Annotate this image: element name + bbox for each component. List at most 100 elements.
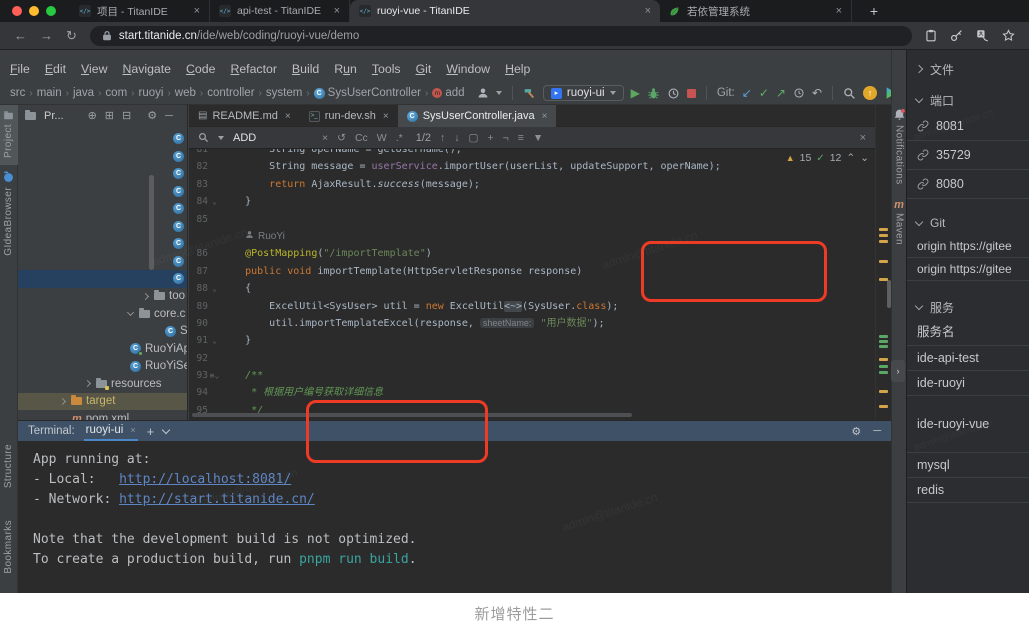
terminal-dropdown-icon[interactable] <box>162 425 170 433</box>
panel-item[interactable]: origin https://gitee <box>907 235 1029 258</box>
menu-run[interactable]: Run <box>334 62 357 76</box>
tab-close-icon[interactable]: × <box>383 111 389 122</box>
tab-close-icon[interactable]: × <box>542 111 548 122</box>
stripe-tab-project[interactable]: Project <box>0 105 18 165</box>
menu-file[interactable]: File <box>10 62 30 76</box>
menu-code[interactable]: Code <box>186 62 215 76</box>
clear-search-icon[interactable]: × <box>322 132 328 144</box>
menu-tools[interactable]: Tools <box>372 62 401 76</box>
menu-edit[interactable]: Edit <box>45 62 66 76</box>
profiler-clock-icon[interactable] <box>667 87 680 100</box>
panel-item[interactable]: 35729 <box>907 141 1029 170</box>
breadcrumb-item[interactable]: java <box>73 87 94 99</box>
panel-item[interactable]: mysql <box>907 453 1029 478</box>
menu-help[interactable]: Help <box>505 62 530 76</box>
match-case-toggle[interactable]: Cc <box>355 132 368 144</box>
stripe-tab-gideabrowser[interactable]: GIdeaBrowser <box>0 165 18 263</box>
panel-item[interactable]: redis <box>907 478 1029 503</box>
search-history-icon[interactable] <box>218 136 224 140</box>
user-profile-icon[interactable] <box>477 87 489 99</box>
stripe-tab-bookmarks[interactable]: Bookmarks <box>0 513 18 581</box>
browser-tab[interactable]: 若依管理系统× <box>660 0 852 22</box>
prev-issue-icon[interactable]: ⌃ <box>846 152 855 164</box>
tree-item-ruoyiser[interactable]: CRuoYiSer <box>18 358 187 376</box>
forward-icon[interactable]: → <box>40 29 53 42</box>
browser-tab[interactable]: </>ruoyi-vue - TitanIDE× <box>350 0 660 22</box>
maximize-window-button[interactable] <box>46 6 56 16</box>
stripe-tab-structure[interactable]: Structure <box>0 437 18 495</box>
filter-icon[interactable]: ▼ <box>533 132 543 144</box>
tree-item-target[interactable]: target <box>18 393 187 411</box>
collapse-all-icon[interactable]: ⊟ <box>122 111 131 122</box>
menu-build[interactable]: Build <box>292 62 319 76</box>
translate-icon[interactable] <box>976 29 989 42</box>
back-icon[interactable]: ← <box>14 29 27 42</box>
git-push-icon[interactable]: ↗ <box>776 87 786 99</box>
breadcrumb-item[interactable]: ruoyi <box>139 87 164 99</box>
tree-item-core-c[interactable]: core.c <box>18 305 187 323</box>
menu-refactor[interactable]: Refactor <box>230 62 276 76</box>
git-commit-icon[interactable]: ✓ <box>759 87 769 99</box>
tree-item-s[interactable]: CS <box>18 235 187 253</box>
browser-tab[interactable]: </>项目 - TitanIDE× <box>70 0 210 22</box>
tab-close-icon[interactable]: × <box>334 5 340 17</box>
tree-item-s[interactable]: CS <box>18 270 187 288</box>
whole-words-toggle[interactable]: W <box>377 132 387 144</box>
bookmark-star-icon[interactable] <box>1002 29 1015 42</box>
minimize-terminal-icon[interactable]: ─ <box>873 425 881 437</box>
terminal-settings-gear-icon[interactable]: ⚙ <box>851 425 861 438</box>
tab-close-icon[interactable]: × <box>645 5 651 17</box>
breadcrumb-item[interactable]: src <box>10 87 25 99</box>
run-configuration-select[interactable]: ▸ ruoyi-ui <box>543 85 624 101</box>
tree-item-s[interactable]: CS <box>18 165 187 183</box>
maven-tab[interactable]: Maven <box>894 213 905 245</box>
tab-close-icon[interactable]: × <box>836 5 842 17</box>
reload-icon[interactable]: ↻ <box>66 29 77 42</box>
panel-item[interactable]: ide-api-test <box>907 346 1029 371</box>
debug-bug-icon[interactable] <box>647 87 660 100</box>
breadcrumb-item[interactable]: controller <box>207 87 254 99</box>
git-update-icon[interactable]: ↙ <box>742 87 752 99</box>
select-all-occurrences-icon[interactable]: ▢ <box>469 132 479 144</box>
panel-section-header[interactable]: Git <box>907 211 1029 235</box>
exclude-selection-icon[interactable]: ¬ <box>503 132 509 144</box>
menu-view[interactable]: View <box>81 62 107 76</box>
chevron-down-icon[interactable] <box>496 91 502 95</box>
new-tab-button[interactable]: + <box>864 3 884 19</box>
panel-item[interactable]: ide-ruoyi <box>907 371 1029 396</box>
editor-tab[interactable]: CSysUserController.java× <box>398 105 557 127</box>
terminal-tab[interactable]: ruoyi-ui × <box>84 421 138 441</box>
new-terminal-icon[interactable]: + <box>147 424 155 439</box>
notifications-tab[interactable]: Notifications <box>894 125 905 185</box>
breadcrumb-class[interactable]: SysUserController <box>328 87 421 99</box>
tree-item-s[interactable]: CS <box>18 200 187 218</box>
search-everywhere-icon[interactable] <box>843 87 856 100</box>
breadcrumb-item[interactable]: system <box>266 87 302 99</box>
rollback-icon[interactable]: ↶ <box>812 87 822 99</box>
breadcrumb-item[interactable]: com <box>105 87 127 99</box>
regex-history-icon[interactable]: ↺ <box>337 132 346 144</box>
minimize-window-button[interactable] <box>29 6 39 16</box>
tree-item-s[interactable]: CS <box>18 218 187 236</box>
key-icon[interactable] <box>950 29 963 42</box>
breadcrumb-item[interactable]: web <box>175 87 196 99</box>
menu-navigate[interactable]: Navigate <box>122 62 171 76</box>
tree-item-too[interactable]: too <box>18 288 187 306</box>
panel-section-header[interactable]: 服务 <box>907 295 1029 319</box>
tree-item-resources[interactable]: resources <box>18 375 187 393</box>
clipboard-icon[interactable] <box>925 29 937 42</box>
expand-all-icon[interactable]: ⊞ <box>105 111 114 122</box>
locate-file-icon[interactable]: ⊕ <box>88 111 97 122</box>
panel-item[interactable]: origin https://gitee <box>907 258 1029 281</box>
menu-git[interactable]: Git <box>416 62 432 76</box>
tree-item-s[interactable]: CS <box>18 130 187 148</box>
panel-section-header[interactable]: 文件 <box>907 57 1029 81</box>
close-window-button[interactable] <box>12 6 22 16</box>
regex-toggle[interactable]: .* <box>396 132 403 144</box>
breadcrumb-method[interactable]: add <box>445 87 464 99</box>
find-all-icon[interactable]: ≡ <box>518 132 524 144</box>
next-occurrence-icon[interactable]: ↓ <box>454 132 459 144</box>
tree-item-swa[interactable]: CSwa <box>18 323 187 341</box>
notifications-bell-icon[interactable] <box>893 108 906 121</box>
panel-collapse-handle[interactable]: › <box>891 360 905 382</box>
